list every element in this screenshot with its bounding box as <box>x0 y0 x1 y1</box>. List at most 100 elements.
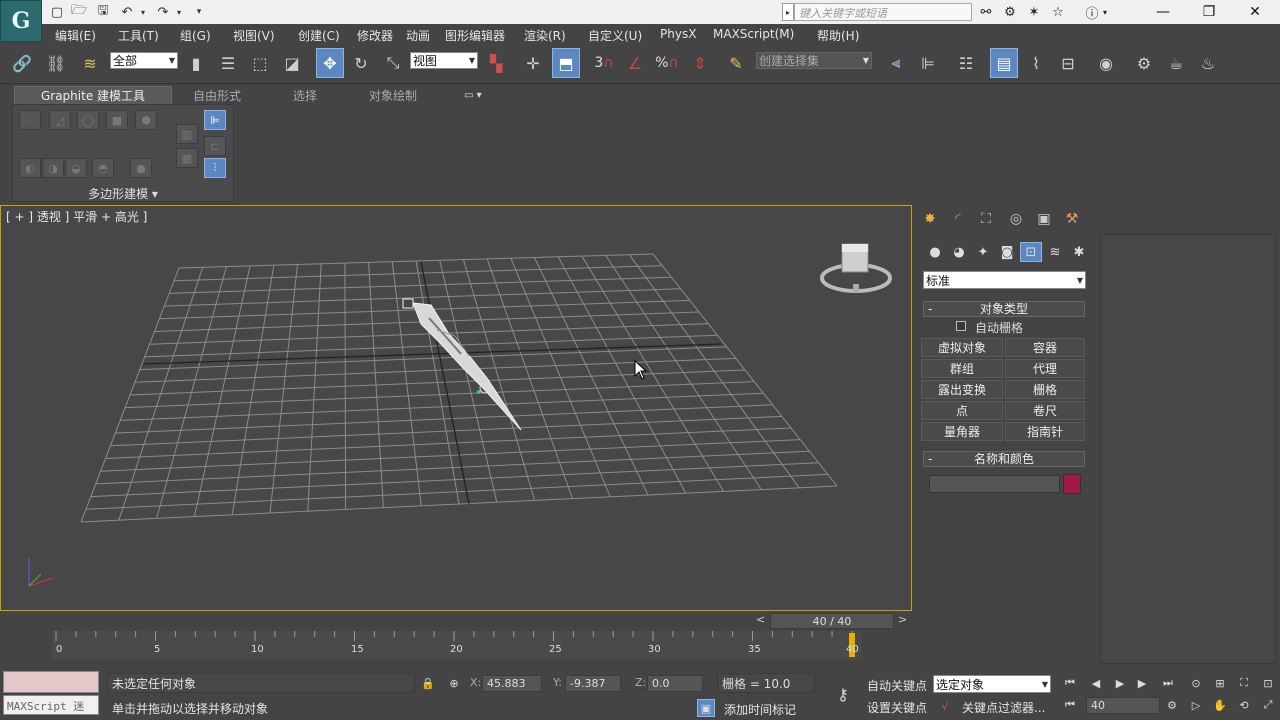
select-and-move-icon[interactable]: ✥ <box>316 48 344 78</box>
select-object-icon[interactable]: ▮ <box>182 48 210 78</box>
trackbar[interactable] <box>0 631 870 663</box>
percent-snap-icon[interactable]: % ∩ <box>653 48 681 78</box>
quick-access-more-icon[interactable]: ▾ <box>190 3 208 21</box>
ribbon-tool-5-icon[interactable]: ● <box>130 158 152 178</box>
restore-icon[interactable]: ❐ <box>1186 0 1232 24</box>
layer-manager-icon[interactable]: ☷ <box>952 48 980 78</box>
bind-space-warp-icon[interactable]: ≋ <box>76 48 104 78</box>
select-manipulate-icon[interactable]: ✛ <box>519 48 547 78</box>
render-teapot-icon[interactable]: ♨ <box>1194 48 1222 78</box>
open-file-icon[interactable]: 🗁 <box>70 3 88 21</box>
select-and-scale-icon[interactable]: ⤡ <box>379 48 407 78</box>
tape-button[interactable]: 卷尺 <box>1005 401 1085 420</box>
time-config-icon[interactable]: ⚙ <box>1164 697 1180 713</box>
expose-tm-button[interactable]: 露出变换 <box>921 380 1003 399</box>
favorites-star-icon[interactable]: ☆ <box>1048 3 1068 21</box>
select-by-name-icon[interactable]: ☰ <box>214 48 242 78</box>
keyboard-shortcut-toggle-icon[interactable]: ⬒ <box>552 48 580 78</box>
y-coordinate-field[interactable]: -9.387 <box>565 675 621 692</box>
new-file-icon[interactable]: ▢ <box>48 3 66 21</box>
key-mode-dropdown[interactable]: 选定对象 ▼ <box>933 675 1051 693</box>
window-crossing-icon[interactable]: ◪ <box>278 48 306 78</box>
undo-dropdown-icon[interactable]: ▾ <box>138 3 148 21</box>
pan-view-icon[interactable]: ✋ <box>1212 697 1228 713</box>
space-warps-icon[interactable]: ≋ <box>1044 242 1066 262</box>
ribbon-tool-3-icon[interactable]: ◒ <box>65 158 87 178</box>
select-and-rotate-icon[interactable]: ↻ <box>347 48 375 78</box>
auto-key-button[interactable]: 自动关键点 <box>867 677 927 694</box>
maximize-viewport-icon[interactable]: ⤢ <box>1260 697 1276 713</box>
menu-help[interactable]: 帮助(H) <box>817 27 859 44</box>
redo-icon[interactable]: ↷ <box>154 3 172 21</box>
snaps-toggle-icon[interactable]: 3 ∩ <box>590 48 618 78</box>
rect-selection-icon[interactable]: ⬚ <box>246 48 274 78</box>
ribbon-show-end-icon[interactable]: ⊫ <box>204 110 226 130</box>
zoom-all-icon[interactable]: ⊞ <box>1212 675 1228 691</box>
menu-edit[interactable]: 编辑(E) <box>55 27 96 44</box>
redo-dropdown-icon[interactable]: ▾ <box>174 3 184 21</box>
grid-button[interactable]: 栅格 <box>1005 380 1085 399</box>
angle-snap-icon[interactable]: ∠ <box>621 48 649 78</box>
menu-maxscript[interactable]: MAXScript(M) <box>713 27 794 41</box>
z-coordinate-field[interactable]: 0.0 <box>647 675 703 692</box>
align-icon[interactable]: ⊫ <box>914 48 942 78</box>
close-icon[interactable]: ✕ <box>1232 0 1278 24</box>
app-logo[interactable]: G <box>0 0 42 42</box>
shapes-icon[interactable]: ◕ <box>948 242 970 262</box>
menu-customize[interactable]: 自定义(U) <box>588 27 642 44</box>
ribbon-polygon-icon[interactable]: ■ <box>106 110 128 130</box>
set-key-button[interactable]: 设置关键点 <box>867 699 927 716</box>
subscription-icon[interactable]: ⚙ <box>1000 3 1020 21</box>
material-editor-icon[interactable]: ◉ <box>1092 48 1120 78</box>
next-frame-icon[interactable]: ▶ <box>1134 675 1150 691</box>
communication-icon[interactable]: ✶ <box>1024 3 1044 21</box>
category-dropdown[interactable]: 标准 ▼ <box>923 271 1086 289</box>
menu-views[interactable]: 视图(V) <box>233 27 275 44</box>
perspective-viewport[interactable] <box>0 205 912 611</box>
search-input[interactable]: 键入关键字或短语 <box>794 3 972 21</box>
ribbon-tool-1-icon[interactable]: ◐ <box>19 158 41 178</box>
menu-graph-editors[interactable]: 图形编辑器 <box>445 27 505 44</box>
named-selection-dropdown[interactable]: 创建选择集 ▼ <box>756 52 872 69</box>
graphite-toggle-icon[interactable]: ▤ <box>990 48 1018 78</box>
help-icon[interactable]: ⓘ <box>1082 3 1102 22</box>
lock-selection-icon[interactable]: 🔒 <box>420 675 436 691</box>
zoom-extents-all-icon[interactable]: ⊡ <box>1260 675 1276 691</box>
menu-rendering[interactable]: 渲染(R) <box>524 27 566 44</box>
zoom-extents-icon[interactable]: ⛶ <box>1236 675 1252 691</box>
rollout-name-and-color[interactable]: - 名称和颜色 <box>923 451 1085 467</box>
ribbon-panel-label[interactable]: 多边形建模 ▾ <box>12 185 234 202</box>
reference-coord-dropdown[interactable]: 视图 ▼ <box>410 52 478 69</box>
container-button[interactable]: 容器 <box>1005 338 1085 357</box>
x-coordinate-field[interactable]: 45.883 <box>482 675 542 692</box>
minimize-icon[interactable]: — <box>1140 0 1186 24</box>
object-name-field[interactable] <box>929 475 1060 493</box>
go-to-end-icon[interactable]: ⏭ <box>1160 675 1176 691</box>
prev-frame-button[interactable]: < <box>756 613 765 626</box>
ribbon-vertex-icon[interactable]: ∴ <box>19 110 41 130</box>
menu-physx[interactable]: PhysX <box>660 27 696 41</box>
ribbon-toggle-icon[interactable]: ⊏ <box>204 136 226 156</box>
ribbon-edge-icon[interactable]: ◿ <box>49 110 71 130</box>
ribbon-modifier-icon[interactable]: ⫶ <box>204 158 226 178</box>
previous-frame-icon[interactable]: ◀ <box>1088 675 1104 691</box>
menu-create[interactable]: 创建(C) <box>298 27 340 44</box>
helpers-icon[interactable]: ⊡ <box>1020 242 1042 262</box>
schematic-view-icon[interactable]: ⊟ <box>1054 48 1082 78</box>
time-tag-icon[interactable]: ▣ <box>697 699 715 717</box>
ribbon-element-icon[interactable]: ⬢ <box>135 110 157 130</box>
time-slider[interactable]: 40 / 40 <box>770 613 894 629</box>
tab-selection[interactable]: 选择 <box>293 86 317 104</box>
ribbon-tool-4-icon[interactable]: ◓ <box>92 158 114 178</box>
menu-modifiers[interactable]: 修改器 <box>357 27 393 44</box>
add-time-tag[interactable]: 添加时间标记 <box>724 701 796 718</box>
selection-filter-dropdown[interactable]: 全部 ▼ <box>110 52 178 69</box>
undo-icon[interactable]: ↶ <box>118 3 136 21</box>
object-color-swatch[interactable] <box>1063 474 1081 494</box>
modify-tab-icon[interactable]: ◜ <box>946 208 970 230</box>
binoculars-icon[interactable]: ⚯ <box>976 3 996 21</box>
edit-named-selection-icon[interactable]: ✎ <box>722 48 750 78</box>
point-button[interactable]: 点 <box>921 401 1003 420</box>
proxy-button[interactable]: 代理 <box>1005 359 1085 378</box>
cameras-icon[interactable]: ◙ <box>996 242 1018 262</box>
